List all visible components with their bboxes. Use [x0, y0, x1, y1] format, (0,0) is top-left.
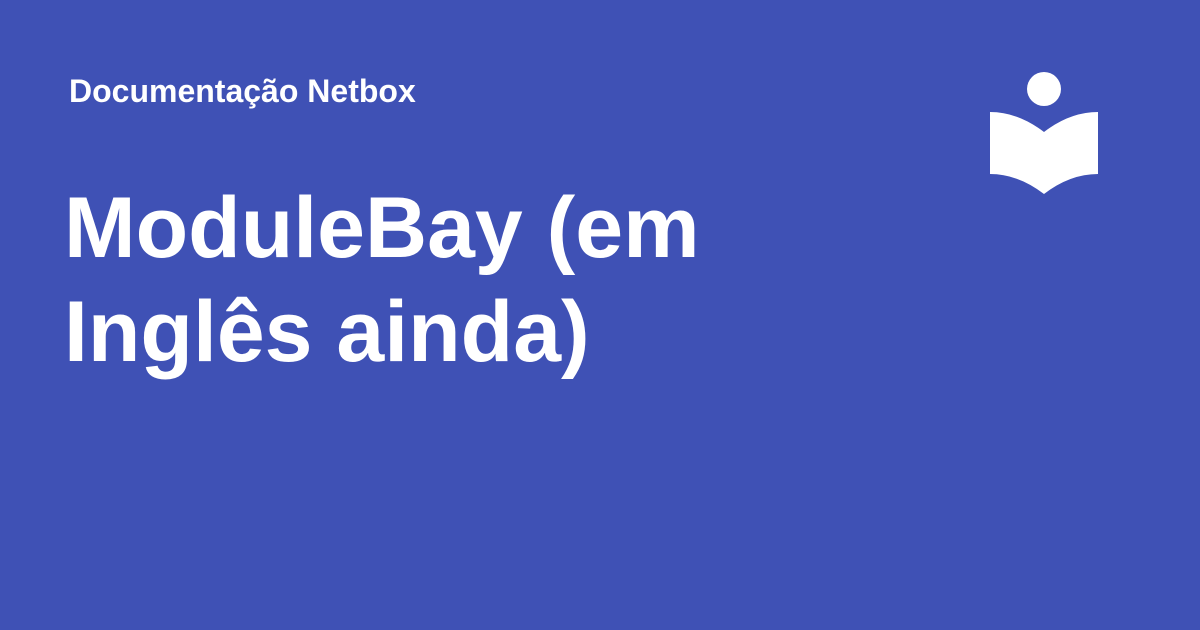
- page-title: ModuleBay (em Inglês ainda): [64, 180, 700, 380]
- reader-book-icon: [990, 72, 1098, 194]
- site-name: Documentação Netbox: [69, 73, 416, 109]
- social-card: Documentação Netbox ModuleBay (em Inglês…: [0, 0, 1200, 630]
